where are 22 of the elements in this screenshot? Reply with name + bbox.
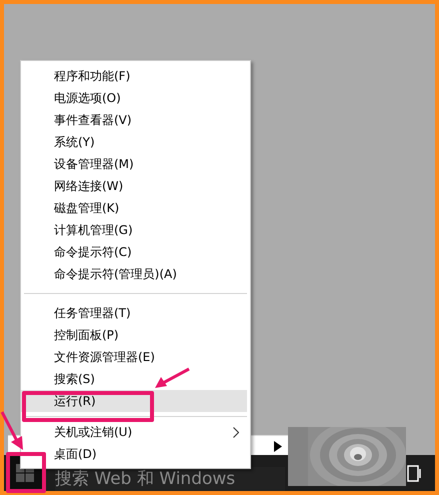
menu-item[interactable]: 搜索(S) bbox=[45, 368, 247, 390]
menu-item[interactable]: 设备管理器(M) bbox=[45, 153, 247, 175]
menu-item[interactable]: 命令提示符(管理员)(A) bbox=[45, 263, 247, 285]
pointer-arrow bbox=[0, 411, 26, 451]
play-icon[interactable] bbox=[274, 441, 282, 452]
menu-item[interactable]: 文件资源管理器(E) bbox=[45, 346, 247, 368]
notification-icon[interactable] bbox=[407, 465, 422, 482]
menu-item[interactable]: 事件查看器(V) bbox=[45, 109, 247, 131]
menu-item[interactable]: 网络连接(W) bbox=[45, 175, 247, 197]
menu-item[interactable]: 命令提示符(C) bbox=[45, 241, 247, 263]
highlight-frame bbox=[6, 452, 46, 493]
menu-item[interactable]: 电源选项(O) bbox=[45, 87, 247, 109]
menu-item[interactable]: 计算机管理(G) bbox=[45, 219, 247, 241]
pointer-arrow bbox=[154, 368, 190, 389]
menu-item[interactable]: 桌面(D) bbox=[45, 443, 247, 465]
menu-item[interactable]: 程序和功能(F) bbox=[45, 65, 247, 87]
menu-item[interactable]: 关机或注销(U) bbox=[45, 421, 247, 443]
menu-item[interactable]: 任务管理器(T) bbox=[45, 302, 247, 324]
search-field[interactable]: 搜索 Web 和 Windows bbox=[55, 467, 285, 491]
menu-item[interactable]: 磁盘管理(K) bbox=[45, 197, 247, 219]
menu-item[interactable]: 控制面板(P) bbox=[45, 324, 247, 346]
menu-item[interactable]: 系统(Y) bbox=[45, 131, 247, 153]
